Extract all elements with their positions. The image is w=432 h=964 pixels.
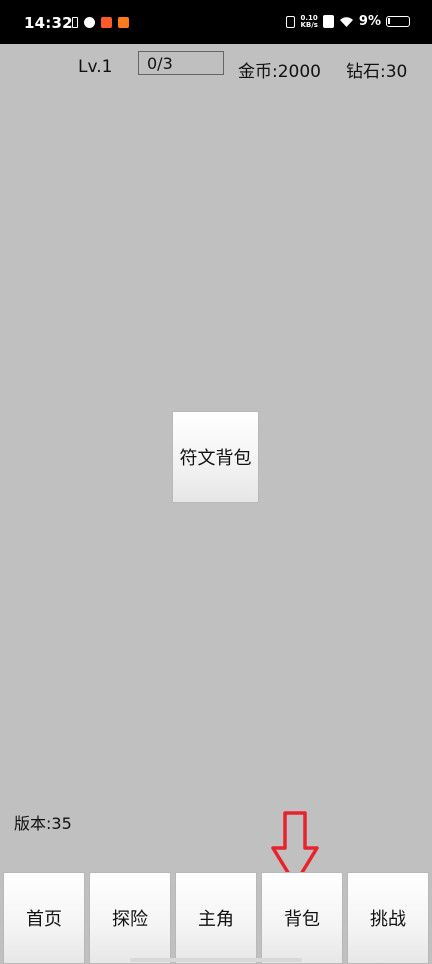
progress-box: 0/3	[138, 51, 224, 75]
status-right: 0.10 KB/s 9%	[286, 14, 410, 29]
nav-backpack-label: 背包	[284, 909, 320, 930]
gesture-bar[interactable]	[130, 958, 302, 962]
nav-explore-button[interactable]: 探险	[89, 872, 171, 964]
player-level: Lv.1	[78, 57, 113, 77]
rune-bag-button[interactable]: 符文背包	[172, 411, 259, 503]
bottom-nav: 首页 探险 主角 背包 挑战	[0, 870, 432, 964]
app-notification-icon	[101, 17, 112, 28]
nav-explore-label: 探险	[112, 909, 148, 930]
app-notification-icon-2	[118, 17, 129, 28]
storage-icon	[72, 17, 78, 28]
battery-icon	[386, 16, 410, 27]
nav-challenge-label: 挑战	[370, 909, 406, 930]
version-label: 版本:35	[14, 814, 72, 833]
battery-percent: 9%	[358, 14, 381, 29]
wifi-icon	[339, 16, 353, 27]
vibrate-icon	[286, 15, 296, 28]
network-speed-unit: KB/s	[300, 20, 318, 29]
progress-text: 0/3	[147, 54, 173, 73]
sim-icon	[322, 15, 334, 28]
status-bar: 14:32 0.10 KB/s 9%	[0, 0, 432, 44]
gold-count: 金币:2000	[238, 62, 321, 82]
app-logo-icon	[84, 17, 95, 28]
nav-backpack-button[interactable]: 背包	[261, 872, 343, 964]
nav-hero-button[interactable]: 主角	[175, 872, 257, 964]
network-speed: 0.10 KB/s	[300, 14, 318, 29]
diamond-count: 钻石:30	[346, 62, 408, 82]
stats-header: Lv.1 0/3 金币:2000 钻石:30	[0, 44, 432, 88]
rune-bag-label: 符文背包	[179, 448, 252, 469]
nav-home-button[interactable]: 首页	[3, 872, 85, 964]
status-time: 14:32	[24, 14, 73, 32]
nav-home-label: 首页	[26, 909, 62, 930]
nav-hero-label: 主角	[198, 909, 234, 930]
nav-challenge-button[interactable]: 挑战	[347, 872, 429, 964]
notification-icons	[72, 17, 129, 28]
